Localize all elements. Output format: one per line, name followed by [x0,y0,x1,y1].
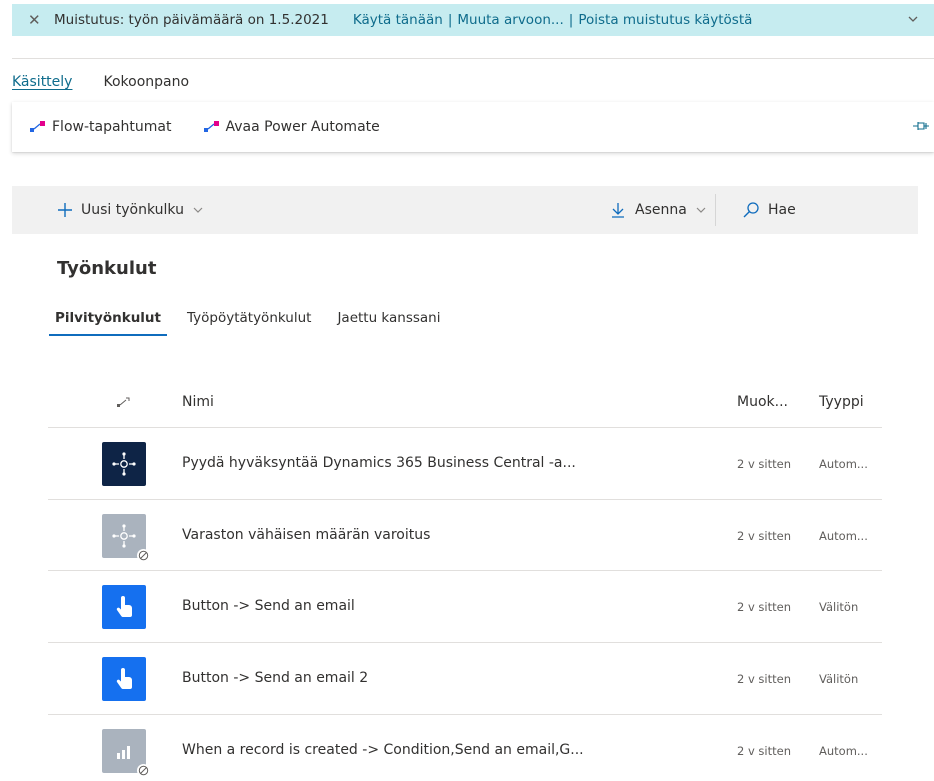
flow-name[interactable]: Button -> Send an email [182,598,355,614]
reminder-message: Muistutus: työn päivämäärä on 1.5.2021 [54,12,329,28]
column-header-modified[interactable]: Muok... [737,394,788,410]
change-value-link[interactable]: Muuta arvoon... [457,12,563,28]
flow-icon [203,121,219,132]
table-row[interactable]: Varaston vähäisen määrän varoitus 2 v si… [48,500,882,572]
flow-events-label: Flow-tapahtumat [52,119,172,135]
flow-name[interactable]: Button -> Send an email 2 [182,670,368,686]
flow-modified: 2 v sitten [737,672,792,687]
separator: | [447,12,453,28]
tab-desktop-flows[interactable]: Työpöytätyönkulut [181,306,317,336]
table-row[interactable]: Button -> Send an email 2 2 v sitten Väl… [48,643,882,715]
flow-type: Autom... [819,743,868,758]
close-icon[interactable]: ✕ [28,11,48,29]
page-title: Työnkulut [57,258,157,279]
use-today-link[interactable]: Käytä tänään [353,12,443,28]
flow-type: Välitön [819,600,859,615]
separator: | [568,12,574,28]
flow-modified: 2 v sitten [737,457,792,471]
chart-icon [102,728,150,777]
flow-modified: 2 v sitten [737,600,792,615]
flows-table: Nimi Muok... Tyyppi Pyydä hyväksyntää Dy… [48,380,882,781]
tab-kokoonpano[interactable]: Kokoonpano [103,74,189,90]
disabled-icon [137,548,150,562]
reminder-actions: Käytä tänään | Muuta arvoon... | Poista muis… [353,12,753,28]
tab-shared-with-me[interactable]: Jaettu kanssani [331,306,446,336]
divider [12,58,934,59]
network-icon [102,513,150,562]
menu-tabs: Käsittely Kokoonpano [12,74,220,90]
new-flow-button[interactable]: Uusi työnkulku [56,186,205,234]
chevron-down-icon [696,207,706,213]
action-bar: Flow-tapahtumat Avaa Power Automate [12,102,934,152]
disable-reminder-link[interactable]: Poista muistutus käytöstä [578,12,752,28]
table-row[interactable]: Pyydä hyväksyntää Dynamics 365 Business … [48,428,882,500]
disabled-icon [137,763,150,777]
touch-icon [102,585,146,630]
flow-name[interactable]: Varaston vähäisen määrän varoitus [182,527,430,543]
reminder-banner: ✕ Muistutus: työn päivämäärä on 1.5.2021… [12,4,934,36]
flow-type: Autom... [819,528,868,543]
tab-kasittely[interactable]: Käsittely [12,74,72,90]
flow-type-tabs: Pilvityönkulut Työpöytätyönkulut Jaettu … [49,306,461,336]
flow-name[interactable]: Pyydä hyväksyntää Dynamics 365 Business … [182,455,576,471]
tab-cloud-flows[interactable]: Pilvityönkulut [49,306,167,336]
command-bar: Uusi työnkulku Asenna Hae [12,186,918,234]
chevron-down-icon[interactable] [906,12,920,26]
flow-events-button[interactable]: Flow-tapahtumat [28,119,172,135]
plus-icon [58,203,72,217]
network-icon [102,442,146,486]
divider [715,194,716,226]
flow-type: Autom... [819,457,868,471]
install-button[interactable]: Asenna [610,186,708,234]
new-flow-label: Uusi työnkulku [81,202,184,218]
flow-name[interactable]: When a record is created -> Condition,Se… [182,742,584,758]
search-placeholder: Hae [768,202,796,218]
touch-icon [102,657,146,702]
flow-icon [30,121,45,132]
open-power-automate-label: Avaa Power Automate [225,119,380,135]
install-label: Asenna [635,202,687,218]
search-icon [743,202,759,218]
column-header-type[interactable]: Tyyppi [819,394,864,410]
download-icon [612,203,624,218]
pin-icon[interactable] [912,120,930,132]
flow-column-icon [117,397,130,407]
chevron-down-icon [193,207,203,213]
table-header: Nimi Muok... Tyyppi [48,380,882,428]
flow-modified: 2 v sitten [737,743,792,758]
table-row[interactable]: Button -> Send an email 2 v sitten Välit… [48,571,882,644]
open-power-automate-button[interactable]: Avaa Power Automate [202,119,380,135]
flow-type: Välitön [819,672,859,687]
table-row[interactable]: When a record is created -> Condition,Se… [48,715,882,781]
search-input[interactable]: Hae [728,186,918,234]
column-header-name[interactable]: Nimi [182,394,214,410]
flow-modified: 2 v sitten [737,528,792,543]
